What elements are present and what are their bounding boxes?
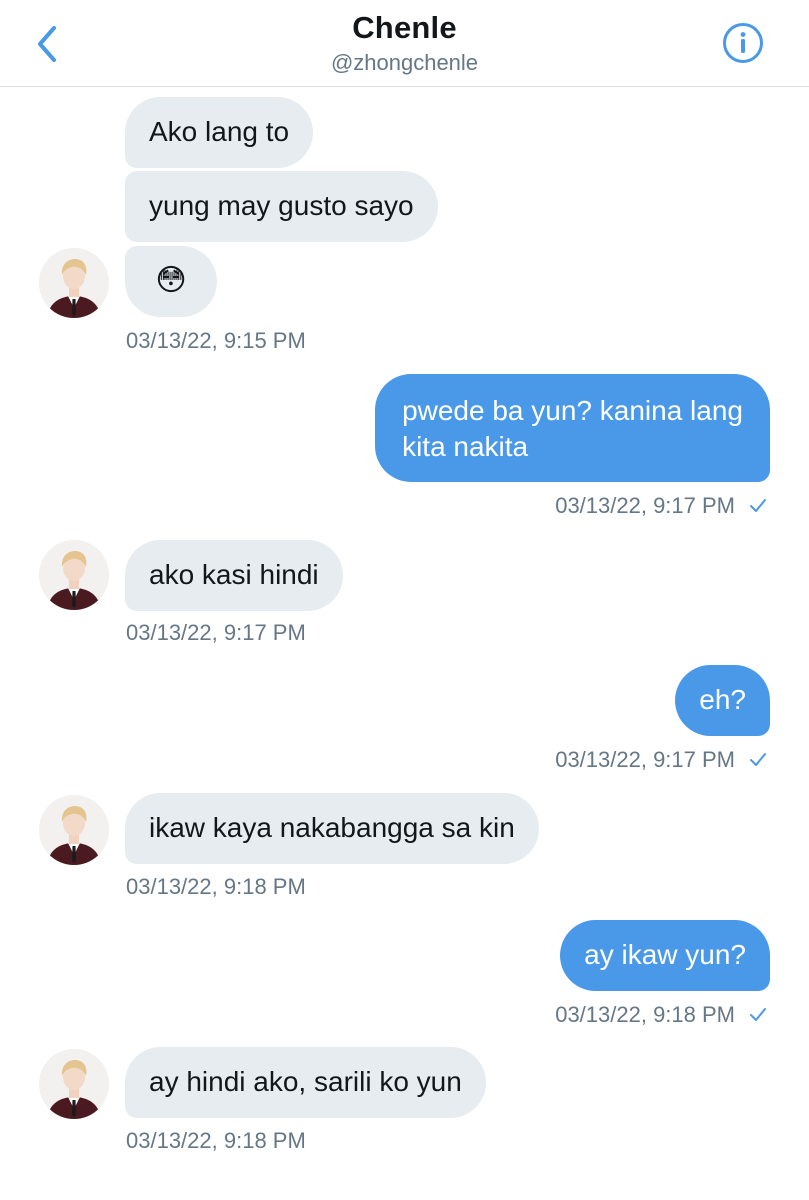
message-timestamp: 03/13/22, 9:17 PM bbox=[126, 620, 306, 645]
info-circle-icon bbox=[723, 23, 763, 63]
avatar[interactable] bbox=[39, 540, 109, 610]
incoming-message-bubble[interactable]: 😳 bbox=[125, 246, 217, 317]
incoming-message-bubble[interactable]: ikaw kaya nakabangga sa kin bbox=[125, 793, 539, 864]
message-text: Ako lang to bbox=[149, 116, 290, 147]
outgoing-message-bubble[interactable]: pwede ba yun? kanina lang kita nakita bbox=[375, 374, 770, 482]
message-text: yung may gusto sayo bbox=[149, 190, 414, 221]
incoming-message-bubble[interactable]: ako kasi hindi bbox=[125, 540, 343, 611]
message-text-line: kita nakita bbox=[402, 431, 529, 462]
message-text: ay hindi ako, sarili ko yun bbox=[149, 1066, 462, 1097]
avatar[interactable] bbox=[39, 248, 109, 318]
avatar-image bbox=[39, 248, 109, 318]
conversation-header: Chenle @zhongchenle bbox=[0, 0, 809, 87]
avatar[interactable] bbox=[39, 1049, 109, 1119]
incoming-message-bubble[interactable]: Ako lang to bbox=[125, 97, 314, 168]
info-button[interactable] bbox=[722, 22, 764, 64]
avatar-image bbox=[39, 540, 109, 610]
sent-check-icon bbox=[750, 1008, 766, 1021]
message-timestamp: 03/13/22, 9:18 PM bbox=[126, 1128, 306, 1153]
message-text: eh? bbox=[699, 684, 746, 715]
message-timestamp: 03/13/22, 9:17 PM bbox=[555, 493, 735, 518]
outgoing-message-bubble[interactable]: ay ikaw yun? bbox=[560, 920, 770, 991]
message-text: ay ikaw yun? bbox=[584, 939, 746, 970]
avatar-image bbox=[39, 795, 109, 865]
message-timestamp: 03/13/22, 9:17 PM bbox=[555, 747, 735, 772]
sent-check-icon bbox=[750, 499, 766, 512]
message-text: ako kasi hindi bbox=[149, 559, 319, 590]
incoming-message-bubble[interactable]: ay hindi ako, sarili ko yun bbox=[125, 1047, 486, 1118]
contact-handle[interactable]: @zhongchenle bbox=[0, 50, 809, 76]
avatar[interactable] bbox=[39, 795, 109, 865]
message-text-line: pwede ba yun? kanina lang bbox=[402, 395, 743, 426]
flushed-face-emoji: 😳 bbox=[155, 264, 187, 297]
outgoing-message-bubble[interactable]: eh? bbox=[675, 665, 770, 736]
message-text: ikaw kaya nakabangga sa kin bbox=[149, 812, 515, 843]
incoming-message-bubble[interactable]: yung may gusto sayo bbox=[125, 171, 438, 242]
message-timestamp: 03/13/22, 9:18 PM bbox=[555, 1002, 735, 1027]
avatar-image bbox=[39, 1049, 109, 1119]
contact-name[interactable]: Chenle bbox=[0, 10, 809, 46]
message-timestamp: 03/13/22, 9:18 PM bbox=[126, 874, 306, 899]
sent-check-icon bbox=[750, 753, 766, 766]
message-timestamp: 03/13/22, 9:15 PM bbox=[126, 328, 306, 353]
